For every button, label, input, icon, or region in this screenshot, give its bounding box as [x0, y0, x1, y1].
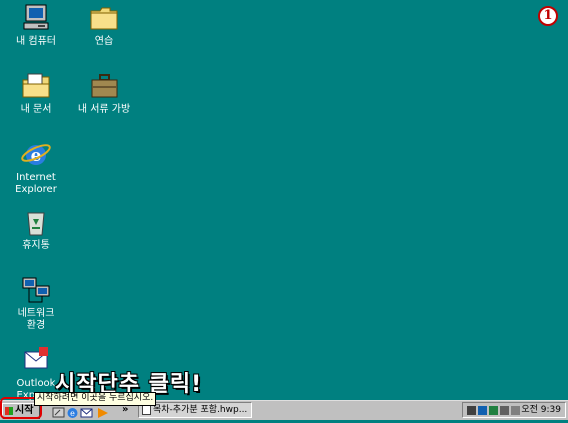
- desktop-icon-label: 휴지통: [22, 240, 50, 251]
- desktop-icon-practice-folder[interactable]: 연습: [66, 2, 142, 48]
- documents-folder-icon: [20, 70, 52, 102]
- svg-text:e: e: [70, 409, 75, 418]
- desktop: 내 컴퓨터 연습 내 문서 내 서류 가방 e Internet Explore…: [0, 0, 568, 401]
- start-tooltip: 시작하려면 이곳을 누르십시오.: [34, 392, 157, 406]
- desktop-icon-my-computer[interactable]: 내 컴퓨터: [0, 2, 74, 48]
- system-tray: 오전 9:39: [462, 402, 566, 418]
- desktop-icon-label: Internet Explorer: [15, 172, 57, 195]
- desktop-icon-my-documents[interactable]: 내 문서: [0, 70, 74, 116]
- task-item-label: 목차-추가분 포함.hwp...: [153, 405, 248, 415]
- desktop-icon-recycle-bin[interactable]: 휴지통: [0, 206, 74, 252]
- document-icon: [142, 405, 151, 415]
- desktop-icon-label: 연습: [94, 36, 114, 47]
- desktop-icon-label: 내 문서: [20, 104, 52, 115]
- tray-app-icon[interactable]: [467, 406, 476, 415]
- briefcase-icon: [88, 70, 120, 102]
- step-number-badge: 1: [538, 6, 558, 26]
- internet-explorer-icon: e: [20, 138, 52, 170]
- desktop-icon-label: 내 컴퓨터: [16, 36, 56, 47]
- volume-icon[interactable]: [511, 406, 520, 415]
- folder-icon: [88, 2, 120, 34]
- desktop-icon-my-briefcase[interactable]: 내 서류 가방: [66, 70, 142, 116]
- taskbar-clock[interactable]: 오전 9:39: [521, 403, 561, 417]
- desktop-icon-internet-explorer[interactable]: e Internet Explorer: [0, 138, 74, 196]
- desktop-icon-label: 내 서류 가방: [77, 104, 131, 115]
- recycle-bin-icon: [20, 206, 52, 238]
- tray-app-icon[interactable]: [500, 406, 509, 415]
- desktop-icon-network[interactable]: 네트워크 환경: [0, 274, 74, 332]
- tray-app-icon[interactable]: [478, 406, 487, 415]
- computer-icon: [20, 2, 52, 34]
- desktop-icon-label: 네트워크 환경: [17, 308, 55, 331]
- outlook-express-icon: [20, 344, 52, 376]
- tray-app-icon[interactable]: [489, 406, 498, 415]
- network-icon: [20, 274, 52, 306]
